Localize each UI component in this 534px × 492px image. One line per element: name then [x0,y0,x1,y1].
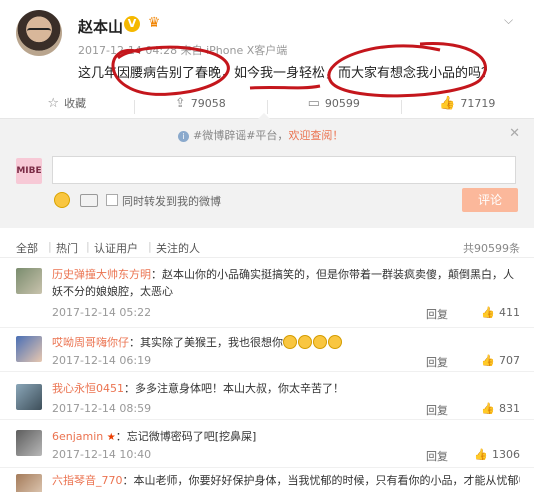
comment-body: ：多多注意身体吧！本山大叔，你太辛苦了！ [124,382,344,395]
rumor-tip-bar: i #微博辟谣#平台，欢迎查阅！ ✕ [0,113,534,148]
comment-like-button[interactable]: 👍 707 [481,354,520,367]
post-meta: 2017-12-14 04:28 来自 iPhone X客户端 [78,44,288,57]
comment-text: 六指琴音_770：本山老师，你要好好保护身体，当我忧郁的时候，只有看你的小品，才… [52,472,520,489]
commenter-avatar[interactable] [16,430,42,456]
close-icon[interactable]: ✕ [509,126,520,141]
commenter-avatar[interactable] [16,384,42,410]
flame-badge-icon: ★ [106,432,116,443]
comment-time: 2017-12-14 08:59 [52,402,152,415]
commenter-name[interactable]: 六指琴音_770 [52,474,123,487]
chevron-down-icon[interactable]: ⌵ [504,14,520,26]
thumbs-up-icon: 👍 [481,402,495,415]
comment-body: ：其实除了美猴王，我也很想你 [129,336,283,349]
tab-all[interactable]: 全部 [16,240,38,256]
repost-checkbox-label: 同时转发到我的微博 [122,195,221,208]
comment-icon: ▭ [307,95,320,111]
comment-like-count: 831 [499,402,520,415]
commenter-avatar[interactable] [16,268,42,294]
comment-text: 历史弹撞大帅东方明：赵本山你的小品确实挺搞笑的，但是你带着一群装疯卖傻，颠倒黑白… [52,266,520,300]
tip-prefix: #微博辟谣#平台， [193,129,289,142]
commenter-avatar[interactable] [16,474,42,492]
comment-item: 我心永恒0451：多多注意身体吧！本山大叔，你太辛苦了！ 2017-12-14 … [0,376,534,420]
comment-like-button[interactable]: 👍 1306 [474,448,520,461]
comment-time: 2017-12-14 06:19 [52,354,152,367]
verified-v-icon: V [124,16,140,32]
weibo-post: 赵本山 V ♛ ⌵ 2017-12-14 04:28 来自 iPhone X客户… [0,0,534,86]
commenter-name[interactable]: 哎呦周哥嗨你仔 [52,336,129,349]
comment-body: ：本山老师，你要好好保护身体，当我忧郁的时候，只有看你的小品，才能从忧郁中 [122,474,521,487]
comment-like-count: 707 [499,354,520,367]
star-icon: ☆ [47,95,60,111]
member-crown-icon: ♛ [147,15,161,31]
comment-composer: MIBE 同时转发到我的微博 评论 [0,148,534,228]
tab-verified[interactable]: 认证用户 [86,240,138,256]
emoji-icon[interactable] [54,192,70,208]
commenter-name[interactable]: 历史弹撞大帅东方明 [52,268,151,281]
repost-button[interactable]: ⇪ 79058 [133,95,268,114]
emoji-icon [283,335,297,349]
commenter-avatar[interactable] [16,336,42,362]
like-button[interactable]: 👍 71719 [400,95,534,114]
info-icon: i [178,131,189,142]
tip-arrow [258,113,270,119]
thumbs-up-icon: 👍 [481,354,495,367]
comment-text: 哎呦周哥嗨你仔：其实除了美猴王，我也很想你 [52,334,520,351]
comment-button[interactable]: ▭ 90599 [267,95,401,114]
comment-like-button[interactable]: 👍 411 [481,306,520,319]
comment-time: 2017-12-14 05:22 [52,306,152,319]
comment-count: 90599 [324,96,360,110]
repost-count: 79058 [190,96,226,110]
my-avatar[interactable]: MIBE [16,158,42,184]
comment-filter-tabs: 全部 热门 认证用户 关注的人 共90599条 [0,236,534,258]
tip-link[interactable]: 欢迎查阅！ [288,129,343,142]
comment-body: ：忘记微博密码了吧[挖鼻屎] [115,430,257,443]
avatar-glasses [27,28,51,34]
comment-text: 6enjamin ★：忘记微博密码了吧[挖鼻屎] [52,428,520,446]
repost-checkbox[interactable] [106,194,118,206]
author-avatar[interactable] [16,10,62,56]
comment-item: 六指琴音_770：本山老师，你要好好保护身体，当我忧郁的时候，只有看你的小品，才… [0,470,534,492]
tip-text: i #微博辟谣#平台，欢迎查阅！ [178,127,343,143]
reply-button[interactable]: 回复 [426,402,448,418]
reply-button[interactable]: 回复 [426,354,448,370]
thumbs-up-icon: 👍 [474,448,488,461]
emoji-icon [298,335,312,349]
commenter-name[interactable]: 我心永恒0451 [52,382,124,395]
image-icon[interactable] [80,194,98,207]
comment-total: 共90599条 [463,242,520,255]
comment-time: 2017-12-14 10:40 [52,448,152,461]
favorite-label: 收藏 [64,97,87,110]
comment-like-count: 1306 [492,448,520,461]
commenter-name[interactable]: 6enjamin [52,430,103,443]
thumbs-up-icon: 👍 [439,95,456,111]
comment-like-count: 411 [499,306,520,319]
submit-comment-button[interactable]: 评论 [462,188,518,212]
favorite-button[interactable]: ☆ 收藏 [0,95,134,111]
reply-button[interactable]: 回复 [426,448,448,464]
emoji-icon [328,335,342,349]
reply-button[interactable]: 回复 [426,306,448,322]
thumbs-up-icon: 👍 [481,306,495,319]
comment-like-button[interactable]: 👍 831 [481,402,520,415]
comment-item: 历史弹撞大帅东方明：赵本山你的小品确实挺搞笑的，但是你带着一群装疯卖傻，颠倒黑白… [0,262,534,328]
comment-item: 哎呦周哥嗨你仔：其实除了美猴王，我也很想你 2017-12-14 06:19 回… [0,328,534,372]
repost-icon: ⇪ [174,95,186,111]
tab-hot[interactable]: 热门 [48,240,78,256]
comment-input[interactable] [52,156,516,184]
tab-followed[interactable]: 关注的人 [148,240,200,256]
like-count: 71719 [460,96,496,110]
emoji-icon [313,335,327,349]
comment-text: 我心永恒0451：多多注意身体吧！本山大叔，你太辛苦了！ [52,380,520,397]
author-name[interactable]: 赵本山 [78,16,123,37]
comment-item: 6enjamin ★：忘记微博密码了吧[挖鼻屎] 2017-12-14 10:4… [0,424,534,468]
post-content: 这几年因腰病告别了春晚，如今我一身轻松，而大家有想念我小品的吗？ [78,66,495,81]
